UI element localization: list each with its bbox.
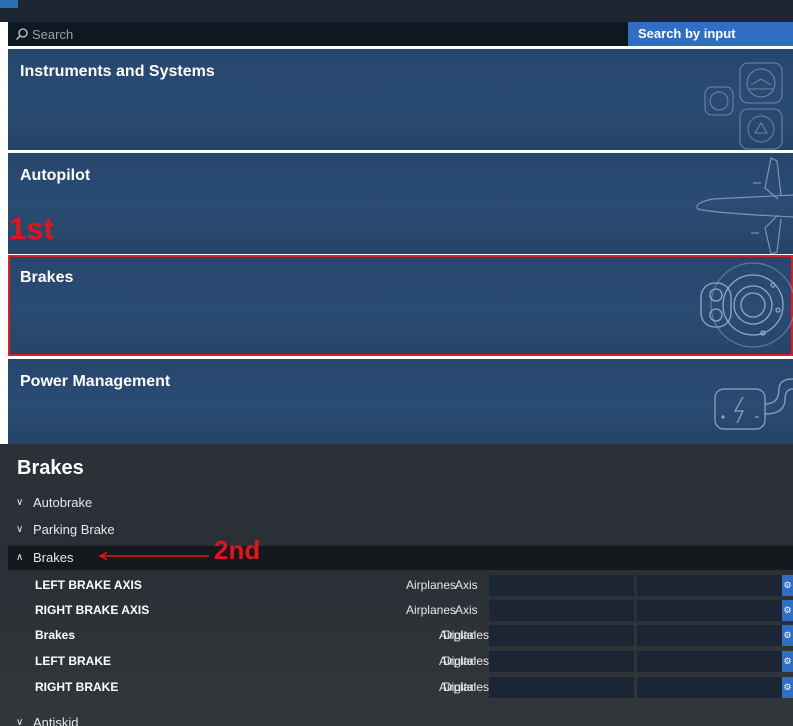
search-input[interactable] <box>32 22 622 46</box>
airplane-icon <box>696 157 793 254</box>
primary-binding-slot[interactable] <box>489 575 634 596</box>
gear-icon[interactable]: ⚙ <box>782 625 793 646</box>
instruments-icon <box>704 62 783 150</box>
search-by-input-button[interactable]: Search by input <box>628 22 793 46</box>
category-card-instruments[interactable]: Instruments and Systems <box>8 49 793 150</box>
binding-name: LEFT BRAKE <box>35 654 111 668</box>
battery-bolt-icon <box>714 378 793 430</box>
primary-binding-slot[interactable] <box>489 625 634 646</box>
binding-name: Brakes <box>35 628 76 642</box>
binding-type: Axis <box>455 578 478 592</box>
primary-binding-slot[interactable] <box>489 651 634 672</box>
title-strip <box>0 0 793 22</box>
gear-icon[interactable]: ⚙ <box>782 677 793 698</box>
section-title: Brakes <box>17 457 84 479</box>
category-title: Autopilot <box>20 167 91 184</box>
binding-row[interactable]: LEFT BRAKE AXIS Airplanes Axis ⚙ <box>8 574 793 597</box>
gear-icon[interactable]: ⚙ <box>782 600 793 621</box>
binding-type: Axis <box>455 603 478 617</box>
binding-name: LEFT BRAKE AXIS <box>35 578 142 592</box>
binding-row[interactable]: Brakes Airplanes Digital ⚙ <box>8 624 793 647</box>
annotation-arrow-icon <box>99 552 209 560</box>
group-parking-brake[interactable]: ∨ Parking Brake <box>8 518 793 542</box>
chevron-down-icon: ∨ <box>16 524 24 535</box>
group-label: Parking Brake <box>33 522 115 537</box>
secondary-binding-slot[interactable] <box>637 651 782 672</box>
secondary-binding-slot[interactable] <box>637 677 782 698</box>
binding-name: RIGHT BRAKE AXIS <box>35 603 150 617</box>
binding-type: Digital <box>443 628 477 642</box>
search-bar: Search by input <box>8 22 793 46</box>
group-label: Brakes <box>33 550 74 565</box>
chevron-down-icon: ∨ <box>16 717 24 726</box>
category-card-power-management[interactable]: Power Management <box>8 359 793 444</box>
primary-binding-slot[interactable] <box>489 677 634 698</box>
gear-icon[interactable]: ⚙ <box>782 651 793 672</box>
annotation-second: 2nd <box>214 535 261 565</box>
binding-name: RIGHT BRAKE <box>35 680 119 694</box>
binding-row[interactable]: RIGHT BRAKE Airplanes Digital ⚙ <box>8 676 793 699</box>
search-icon <box>16 28 28 40</box>
secondary-binding-slot[interactable] <box>637 575 782 596</box>
group-autobrake[interactable]: ∨ Autobrake <box>8 491 793 515</box>
binding-type: Digital <box>443 680 477 694</box>
binding-type: Digital <box>443 654 477 668</box>
chevron-down-icon: ∨ <box>16 497 24 508</box>
binding-category: Airplanes <box>405 578 456 592</box>
binding-row[interactable]: LEFT BRAKE Airplanes Digital ⚙ <box>8 650 793 673</box>
category-title: Brakes <box>20 269 74 286</box>
brake-disc-icon <box>700 262 793 348</box>
secondary-binding-slot[interactable] <box>637 625 782 646</box>
category-card-autopilot[interactable]: Autopilot <box>8 153 793 254</box>
annotation-first: 1st <box>9 211 54 246</box>
group-antiskid[interactable]: ∨ Antiskid <box>8 711 793 726</box>
group-label: Antiskid <box>33 715 79 726</box>
gear-icon[interactable]: ⚙ <box>782 575 793 596</box>
secondary-binding-slot[interactable] <box>637 600 782 621</box>
binding-row[interactable]: RIGHT BRAKE AXIS Airplanes Axis ⚙ <box>8 599 793 622</box>
binding-category: Airplanes <box>405 603 456 617</box>
category-panel: Search by input Instruments and Systems … <box>0 0 793 444</box>
category-title: Instruments and Systems <box>20 63 215 80</box>
accent-tab <box>0 0 18 8</box>
primary-binding-slot[interactable] <box>489 600 634 621</box>
brakes-detail-panel: Brakes ∨ Autobrake ∨ Parking Brake ∧ Bra… <box>0 444 793 726</box>
chevron-up-icon: ∧ <box>16 552 24 563</box>
category-card-brakes[interactable]: Brakes <box>8 255 793 356</box>
group-label: Autobrake <box>33 495 93 510</box>
category-title: Power Management <box>20 373 171 390</box>
